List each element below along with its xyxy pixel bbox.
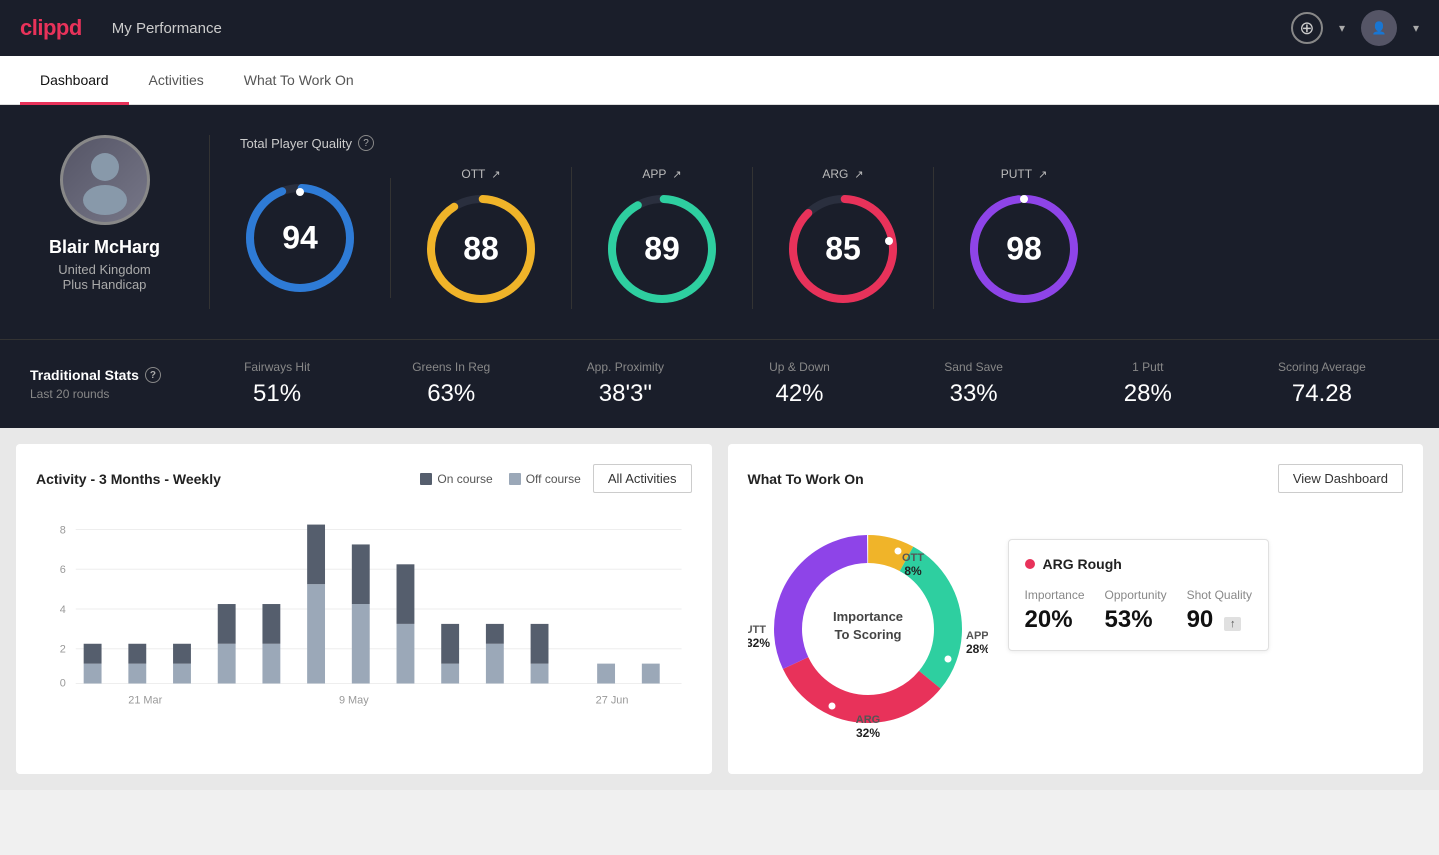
legend-offcourse: Off course [509,472,581,486]
stat-sandsave: Sand Save 33% [887,360,1061,408]
all-activities-button[interactable]: All Activities [593,464,692,493]
gauge-ott-wrap: 88 [421,189,541,309]
shot-quality-badge: ↑ [1224,617,1242,631]
gauge-ott-value: 88 [463,231,499,268]
view-dashboard-button[interactable]: View Dashboard [1278,464,1403,493]
svg-text:To Scoring: To Scoring [834,627,901,642]
svg-text:32%: 32% [855,726,879,740]
stat-greens: Greens In Reg 63% [364,360,538,408]
svg-text:8%: 8% [904,564,922,578]
activity-chart-title: Activity - 3 Months - Weekly [36,471,420,487]
stat-oneputt: 1 Putt 28% [1061,360,1235,408]
activity-panel: Activity - 3 Months - Weekly On course O… [16,444,712,774]
gauge-putt-value: 98 [1006,231,1042,268]
svg-text:4: 4 [60,604,66,616]
trad-stats-help-icon[interactable]: ? [145,367,161,383]
nav-right: ⊕ ▾ 👤 ▾ [1291,10,1419,46]
gauge-total-value: 94 [282,220,318,257]
putt-trend-icon [1036,167,1047,181]
add-button[interactable]: ⊕ [1291,12,1323,44]
svg-text:28%: 28% [966,642,988,656]
wtwo-content: Importance To Scoring OTT 8% APP 28% ARG… [748,509,1404,754]
svg-text:6: 6 [60,564,66,576]
svg-text:9 May: 9 May [339,694,369,706]
stat-proximity: App. Proximity 38'3" [538,360,712,408]
tab-dashboard[interactable]: Dashboard [20,56,129,105]
arg-dot-icon [1025,559,1035,569]
legend-offcourse-dot [509,473,521,485]
logo: clippd [20,15,82,41]
quality-title: Total Player Quality ? [240,135,1409,151]
svg-text:ARG: ARG [855,714,879,726]
gauge-putt-label: PUTT [1001,167,1048,181]
gauge-app-wrap: 89 [602,189,722,309]
gauge-ott-label: OTT [461,167,500,181]
player-handicap: Plus Handicap [63,277,147,292]
gauge-putt-wrap: 98 [964,189,1084,309]
gauge-putt: PUTT 98 [934,167,1114,309]
stat-fairways: Fairways Hit 51% [190,360,364,408]
gauge-app: APP 89 [572,167,753,309]
what-to-work-on-panel: What To Work On View Dashboard [728,444,1424,774]
quality-section: Total Player Quality ? 94 [210,135,1409,309]
gauge-arg-wrap: 85 [783,189,903,309]
svg-text:2: 2 [60,644,66,656]
arg-card-title: ARG Rough [1025,556,1252,572]
svg-text:8: 8 [60,525,66,537]
player-country: United Kingdom [58,262,151,277]
tab-activities[interactable]: Activities [129,56,224,105]
avatar-dropdown-arrow[interactable]: ▾ [1413,21,1419,35]
chart-legend: On course Off course [420,472,581,486]
gauge-arg-label: ARG [822,167,863,181]
nav-title: My Performance [112,20,222,37]
player-avatar [60,135,150,225]
gauges-row: 94 OTT 88 [240,167,1409,309]
player-section: Blair McHarg United Kingdom Plus Handica… [30,135,210,309]
top-nav: clippd My Performance ⊕ ▾ 👤 ▾ [0,0,1439,56]
legend-oncourse: On course [420,472,492,486]
arg-trend-icon [852,167,863,181]
gauge-arg-value: 85 [825,231,861,268]
trad-stats-label: Traditional Stats ? Last 20 rounds [30,367,190,401]
svg-text:0: 0 [60,677,66,689]
metric-opportunity: Opportunity 53% [1105,588,1167,634]
bottom-panels: Activity - 3 Months - Weekly On course O… [0,428,1439,790]
svg-text:APP: APP [966,630,988,642]
hero-section: Blair McHarg United Kingdom Plus Handica… [0,105,1439,339]
tab-what-to-work-on[interactable]: What To Work On [224,56,374,105]
arg-metrics: Importance 20% Opportunity 53% Shot Qual… [1025,588,1252,634]
avatar[interactable]: 👤 [1361,10,1397,46]
stat-updown: Up & Down 42% [712,360,886,408]
metric-importance: Importance 20% [1025,588,1085,634]
gauge-total-wrap: 94 [240,178,360,298]
svg-text:PUTT: PUTT [748,624,766,636]
stat-scoring: Scoring Average 74.28 [1235,360,1409,408]
svg-text:27 Jun: 27 Jun [596,694,629,706]
donut-chart-wrap: Importance To Scoring OTT 8% APP 28% ARG… [748,509,988,754]
add-dropdown-arrow[interactable]: ▾ [1339,21,1345,35]
gauge-ott: OTT 88 [391,167,572,309]
svg-text:21 Mar: 21 Mar [128,694,162,706]
traditional-stats: Traditional Stats ? Last 20 rounds Fairw… [0,339,1439,428]
ott-trend-icon [489,167,500,181]
svg-text:OTT: OTT [902,552,924,564]
gauge-total: 94 [240,178,391,298]
metric-shot-quality: Shot Quality 90 ↑ [1187,588,1252,634]
legend-oncourse-dot [420,473,432,485]
gauge-app-value: 89 [644,231,680,268]
quality-help-icon[interactable]: ? [358,135,374,151]
app-trend-icon [670,167,681,181]
arg-card: ARG Rough Importance 20% Opportunity 53%… [1008,539,1269,651]
player-name: Blair McHarg [49,237,160,258]
gauge-app-label: APP [642,167,681,181]
activity-chart-area: 8 6 4 2 0 [36,509,692,709]
wtwo-title: What To Work On [748,471,1278,487]
tab-bar: Dashboard Activities What To Work On [0,56,1439,105]
svg-text:32%: 32% [748,636,770,650]
wtwo-header: What To Work On View Dashboard [748,464,1404,493]
activity-panel-header: Activity - 3 Months - Weekly On course O… [36,464,692,493]
svg-text:Importance: Importance [832,609,902,624]
gauge-arg: ARG 85 [753,167,934,309]
